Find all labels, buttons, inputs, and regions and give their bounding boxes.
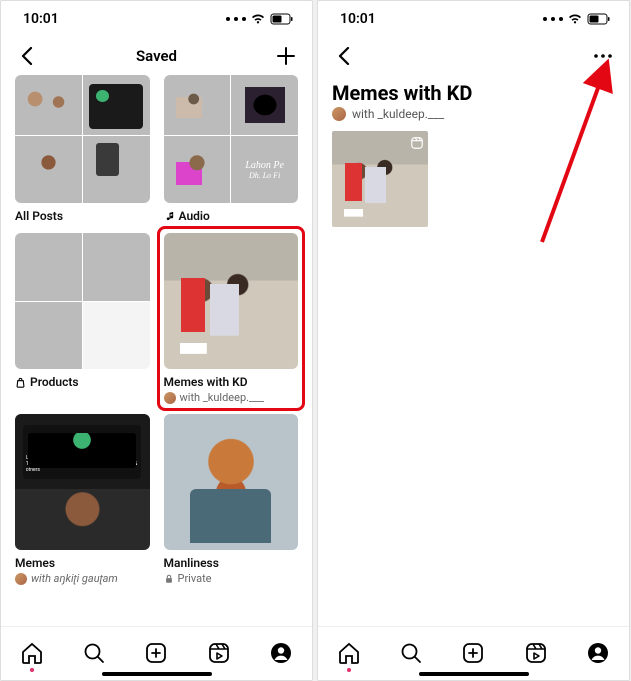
collection-memes[interactable]: UPI transactions of over ₹2,000 to be ch…: [15, 414, 150, 585]
search-icon: [399, 641, 423, 665]
phone-collection-detail: 10:01 Memes with KD with _kuldeep.___: [317, 0, 630, 681]
collection-privacy: Private: [178, 572, 212, 585]
collection-memes-with-kd[interactable]: Memes with KD with _kuldeep.___: [157, 226, 306, 411]
reels-icon: [410, 135, 424, 149]
collection-manliness[interactable]: Manliness Private: [164, 414, 299, 585]
collaborator-avatar: [15, 573, 27, 585]
tab-create[interactable]: [143, 640, 169, 666]
back-button[interactable]: [15, 44, 39, 68]
search-icon: [82, 641, 106, 665]
nav-header: Saved: [1, 37, 312, 75]
collection-with: with aŋkiʈi gauʈam: [31, 572, 118, 585]
tab-search[interactable]: [398, 640, 424, 666]
status-indicators: [543, 13, 611, 25]
battery-icon: [270, 13, 294, 25]
tab-search[interactable]: [81, 640, 107, 666]
lock-icon: [164, 574, 174, 584]
collection-label: Manliness: [164, 556, 219, 570]
collection-label: Audio: [179, 209, 210, 223]
collection-label: All Posts: [15, 209, 63, 223]
profile-icon: [586, 641, 610, 665]
audio-cover-sub: Dh. Lo Fi: [249, 171, 280, 180]
chevron-left-icon: [20, 47, 34, 65]
wifi-icon: [250, 13, 266, 25]
tab-reels[interactable]: [206, 640, 232, 666]
reels-icon: [524, 641, 548, 665]
tab-home[interactable]: [336, 640, 362, 666]
wifi-icon: [567, 13, 583, 25]
bag-icon: [15, 377, 26, 388]
status-bar: 10:01: [1, 1, 312, 37]
more-options-button[interactable]: [591, 44, 615, 68]
home-icon: [20, 641, 44, 665]
tab-profile[interactable]: [268, 640, 294, 666]
more-horizontal-icon: [594, 54, 612, 58]
back-button[interactable]: [332, 44, 356, 68]
battery-icon: [587, 13, 611, 25]
notification-dot: [347, 668, 351, 672]
collection-label: Memes: [15, 556, 55, 570]
collection-with: with _kuldeep.___: [180, 391, 264, 404]
collaborator-avatar: [164, 392, 176, 404]
page-title: Saved: [1, 47, 312, 65]
music-icon: [164, 211, 175, 222]
saved-post-thumbnail[interactable]: [332, 131, 428, 227]
nav-header: [318, 37, 629, 75]
collection-title: Memes with KD: [318, 75, 629, 107]
tab-profile[interactable]: [585, 640, 611, 666]
chevron-left-icon: [337, 47, 351, 65]
add-collection-button[interactable]: [274, 44, 298, 68]
audio-cover-title: Lahon Pe: [245, 160, 284, 171]
collection-audio[interactable]: Lahon Pe Dh. Lo Fi Audio: [164, 75, 299, 223]
collection-label: Memes with KD: [164, 375, 248, 389]
memes-banner-text: UPI transactions of over ₹2,000 to be ch…: [26, 455, 139, 473]
collection-label: Products: [30, 375, 79, 389]
create-icon: [144, 641, 168, 665]
collections-grid: All Posts Lahon Pe Dh. Lo Fi: [1, 75, 312, 626]
collection-collaborator[interactable]: with _kuldeep.___: [318, 107, 629, 129]
status-bar: 10:01: [318, 1, 629, 37]
tab-reels[interactable]: [523, 640, 549, 666]
status-indicators: [226, 13, 294, 25]
home-indicator[interactable]: [419, 672, 529, 676]
status-time: 10:01: [23, 11, 59, 27]
plus-icon: [276, 46, 296, 66]
collaborator-avatar: [332, 107, 346, 121]
home-icon: [337, 641, 361, 665]
tab-home[interactable]: [19, 640, 45, 666]
home-indicator[interactable]: [102, 672, 212, 676]
tab-create[interactable]: [460, 640, 486, 666]
notification-dot: [30, 668, 34, 672]
collaborator-text: with _kuldeep.___: [352, 107, 444, 121]
collection-products[interactable]: Products: [15, 233, 150, 404]
status-time: 10:01: [340, 11, 376, 27]
create-icon: [461, 641, 485, 665]
phone-saved-screen: 10:01 Saved: [0, 0, 313, 681]
collection-all-posts[interactable]: All Posts: [15, 75, 150, 223]
reels-icon: [207, 641, 231, 665]
profile-icon: [269, 641, 293, 665]
